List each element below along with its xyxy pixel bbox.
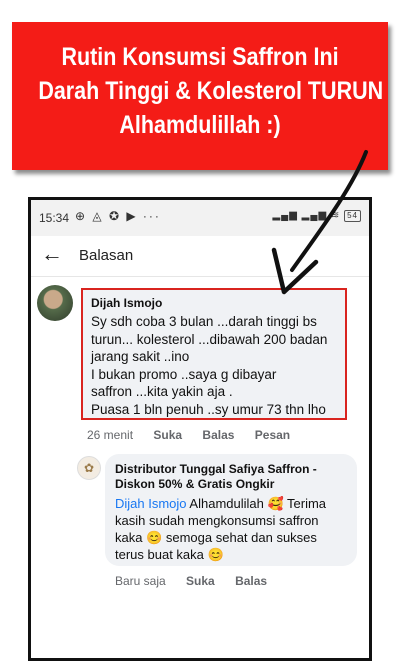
- reply-author-line: Distributor Tunggal Safiya Saffron -: [115, 462, 317, 476]
- comment-bubble: Dijah Ismojo Sy sdh coba 3 bulan ...dara…: [81, 288, 347, 420]
- message-button[interactable]: Pesan: [255, 428, 290, 442]
- comment-time: 26 menit: [87, 428, 134, 442]
- reply-line: Dijah Ismojo Alhamdulilah 🥰 Terima: [115, 495, 347, 512]
- reply-author[interactable]: Distributor Tunggal Safiya Saffron - Dis…: [115, 462, 347, 492]
- reply-button[interactable]: Balas: [235, 574, 267, 588]
- comment-line: I bukan promo ..saya g dibayar: [91, 366, 277, 382]
- page-title: Balasan: [79, 247, 134, 264]
- comment-line: Puasa 1 bln penuh ..sy umur 73 thn lho: [91, 401, 326, 417]
- reply-line: kasih sudah mengkonsumsi saffron: [115, 513, 319, 528]
- reply-line-text: Alhamdulilah 🥰 Terima: [186, 496, 327, 511]
- comment-line: saffron ...kita yakin aja .: [91, 384, 233, 399]
- arrow-left-icon[interactable]: ←: [41, 241, 63, 267]
- comment-line: Sy sdh coba 3 bulan ...darah tinggi bs: [91, 314, 317, 329]
- comment-line: turun... kolesterol ...dibawah 200 badan: [91, 331, 328, 347]
- reply-time: Baru saja: [115, 574, 166, 588]
- reply-text: Dijah Ismojo Alhamdulilah 🥰 Terima kasih…: [115, 495, 347, 563]
- like-button[interactable]: Suka: [153, 428, 182, 442]
- avatar[interactable]: [37, 285, 73, 321]
- comment-author[interactable]: Dijah Ismojo: [91, 296, 337, 310]
- mention-link[interactable]: Dijah Ismojo: [115, 496, 187, 511]
- headline-line: Darah Tinggi & Kolesterol TURUN: [38, 77, 384, 105]
- comment-text: Sy sdh coba 3 bulan ...darah tinggi bs t…: [91, 313, 337, 418]
- reply-line: terus buat kaka 😊: [115, 547, 224, 562]
- reply-author-line: Diskon 50% & Gratis Ongkir: [115, 477, 275, 491]
- avatar[interactable]: ✿: [77, 456, 101, 480]
- headline-line: Alhamdulillah :): [119, 111, 281, 139]
- headline-text: Rutin Konsumsi Saffron Ini Darah Tinggi …: [38, 40, 384, 142]
- headline-line: Rutin Konsumsi Saffron Ini: [61, 43, 339, 71]
- signal-icon: ▂▄▆ ▂▄▆ ≋: [272, 210, 341, 221]
- phone-screenshot: 15:34 ⊕ ◬ ✪ ▶ ··· ▂▄▆ ▂▄▆ ≋ 54 ← Balasan…: [28, 197, 372, 661]
- reply-button[interactable]: Balas: [202, 428, 234, 442]
- reply-bubble: Distributor Tunggal Safiya Saffron - Dis…: [105, 454, 357, 566]
- battery-icon: 54: [344, 210, 361, 222]
- reply-line: kaka 😊 semoga sehat dan sukses: [115, 530, 317, 545]
- status-time: 15:34: [39, 211, 70, 225]
- status-bar: 15:34 ⊕ ◬ ✪ ▶ ··· ▂▄▆ ▂▄▆ ≋ 54: [31, 200, 369, 236]
- like-button[interactable]: Suka: [186, 574, 215, 588]
- comment-line: jarang sakit ..ino: [91, 349, 190, 364]
- notification-icons: ⊕ ◬ ✪ ▶ ···: [75, 209, 161, 223]
- comment-actions: 26 menit Suka Balas Pesan: [87, 428, 307, 442]
- replies-header: ← Balasan: [31, 236, 369, 277]
- reply-actions: Baru saja Suka Balas: [115, 574, 284, 588]
- status-indicators: ▂▄▆ ▂▄▆ ≋ 54: [272, 210, 361, 222]
